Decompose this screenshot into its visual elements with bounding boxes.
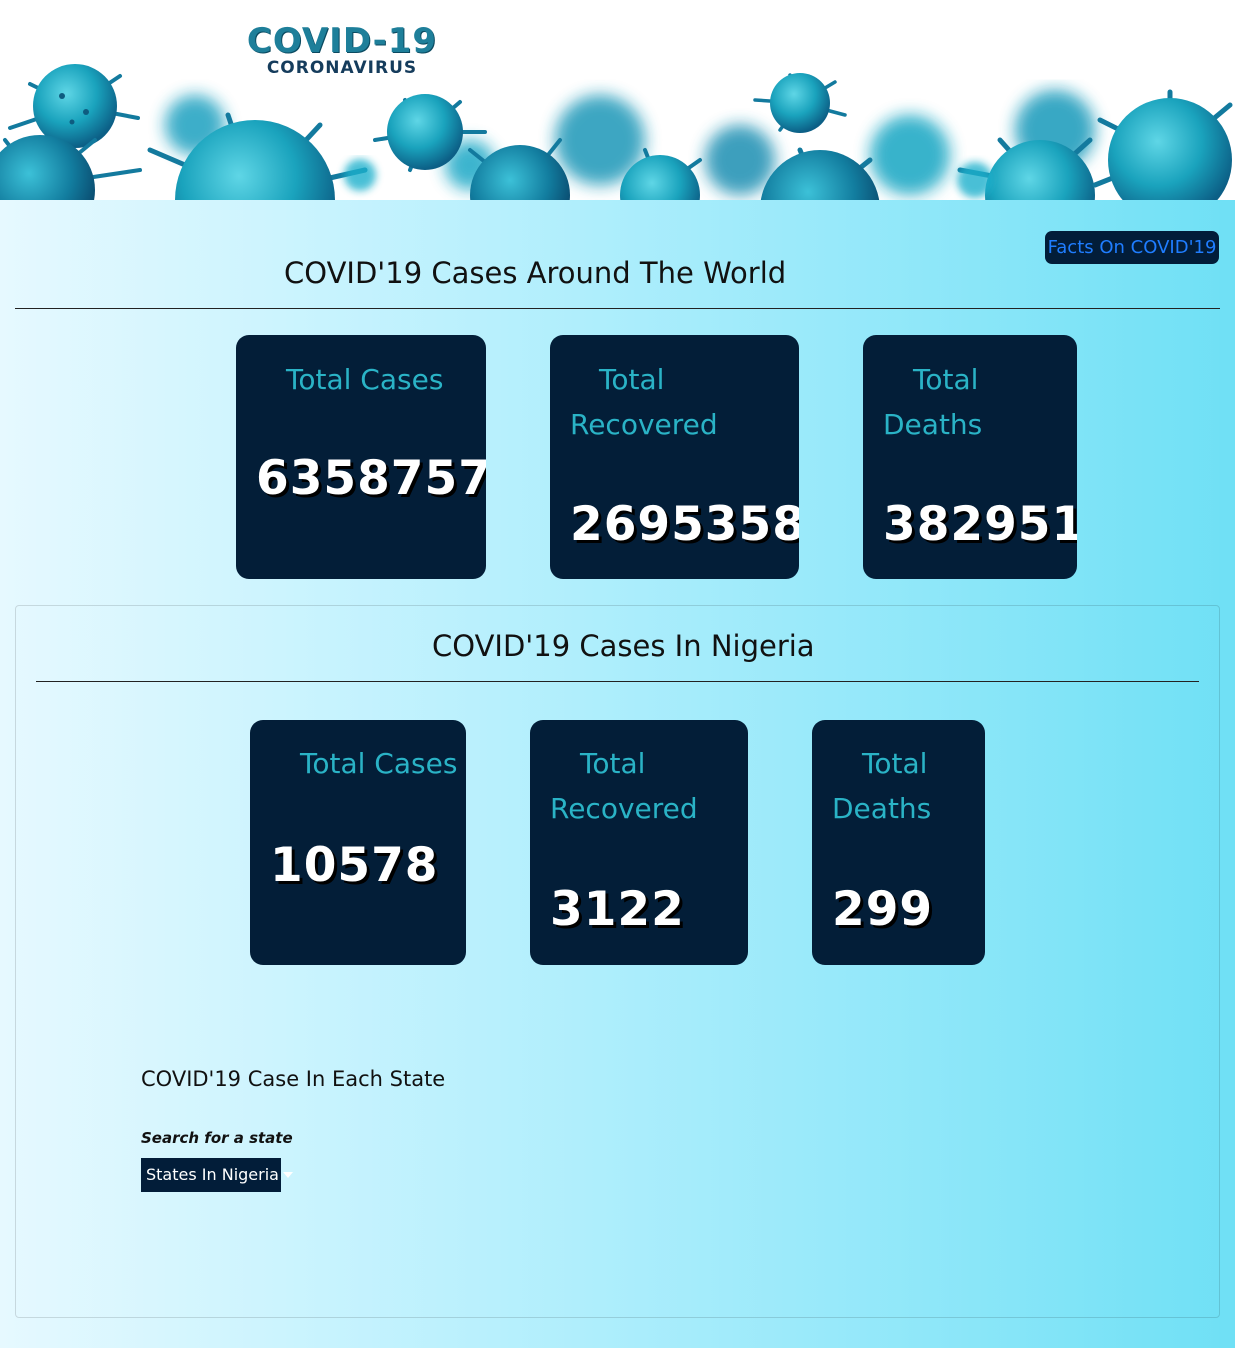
card-label: Recovered xyxy=(570,408,718,441)
virus-banner-illustration xyxy=(0,64,1233,200)
world-total-deaths-card: Total Deaths 382951 xyxy=(863,335,1077,579)
virus-shape xyxy=(1092,89,1233,200)
card-value: 299 xyxy=(832,882,934,937)
logo-subtitle: CORONAVIRUS xyxy=(266,58,418,78)
card-value: 6358757 xyxy=(256,451,486,506)
virus-shape xyxy=(760,147,880,200)
state-section-heading: COVID'19 Case In Each State xyxy=(141,1067,446,1091)
world-total-cases-card: Total Cases 6358757 xyxy=(236,335,486,579)
card-label: Total xyxy=(580,747,646,780)
card-label: Total xyxy=(599,363,665,396)
card-label: Total Cases xyxy=(286,363,444,396)
world-total-recovered-card: Total Recovered 2695358 xyxy=(550,335,799,579)
covid-logo: COVID-19 CORONAVIRUS xyxy=(222,21,462,78)
card-value: 382951 xyxy=(883,497,1077,552)
caret-down-icon xyxy=(282,1171,293,1178)
card-label: Deaths xyxy=(832,792,932,825)
card-value: 3122 xyxy=(550,882,685,937)
nigeria-total-cases-card: Total Cases 10578 xyxy=(250,720,466,965)
nigeria-section-heading: COVID'19 Cases In Nigeria xyxy=(432,629,815,663)
card-value: 2695358 xyxy=(570,497,799,552)
virus-shape xyxy=(0,135,142,200)
card-label: Total xyxy=(862,747,928,780)
card-label: Total Cases xyxy=(300,747,458,780)
search-state-label: Search for a state xyxy=(141,1129,293,1147)
nigeria-total-deaths-card: Total Deaths 299 xyxy=(812,720,985,965)
card-label: Deaths xyxy=(883,408,983,441)
facts-on-covid-button[interactable]: Facts On COVID'19 xyxy=(1045,231,1219,264)
nigeria-divider xyxy=(36,681,1199,682)
states-dropdown[interactable]: States In Nigeria xyxy=(141,1158,293,1192)
card-label: Total xyxy=(913,363,979,396)
card-label: Recovered xyxy=(550,792,698,825)
virus-shape xyxy=(753,73,847,133)
card-value: 10578 xyxy=(270,838,439,893)
nigeria-total-recovered-card: Total Recovered 3122 xyxy=(530,720,748,965)
states-dropdown-label: States In Nigeria xyxy=(146,1165,279,1184)
world-divider xyxy=(15,308,1220,309)
header-banner: COVID-19 CORONAVIRUS xyxy=(0,0,1235,200)
world-section-heading: COVID'19 Cases Around The World xyxy=(284,256,787,290)
logo-title: COVID-19 xyxy=(246,21,438,61)
virus-shape xyxy=(8,64,140,148)
